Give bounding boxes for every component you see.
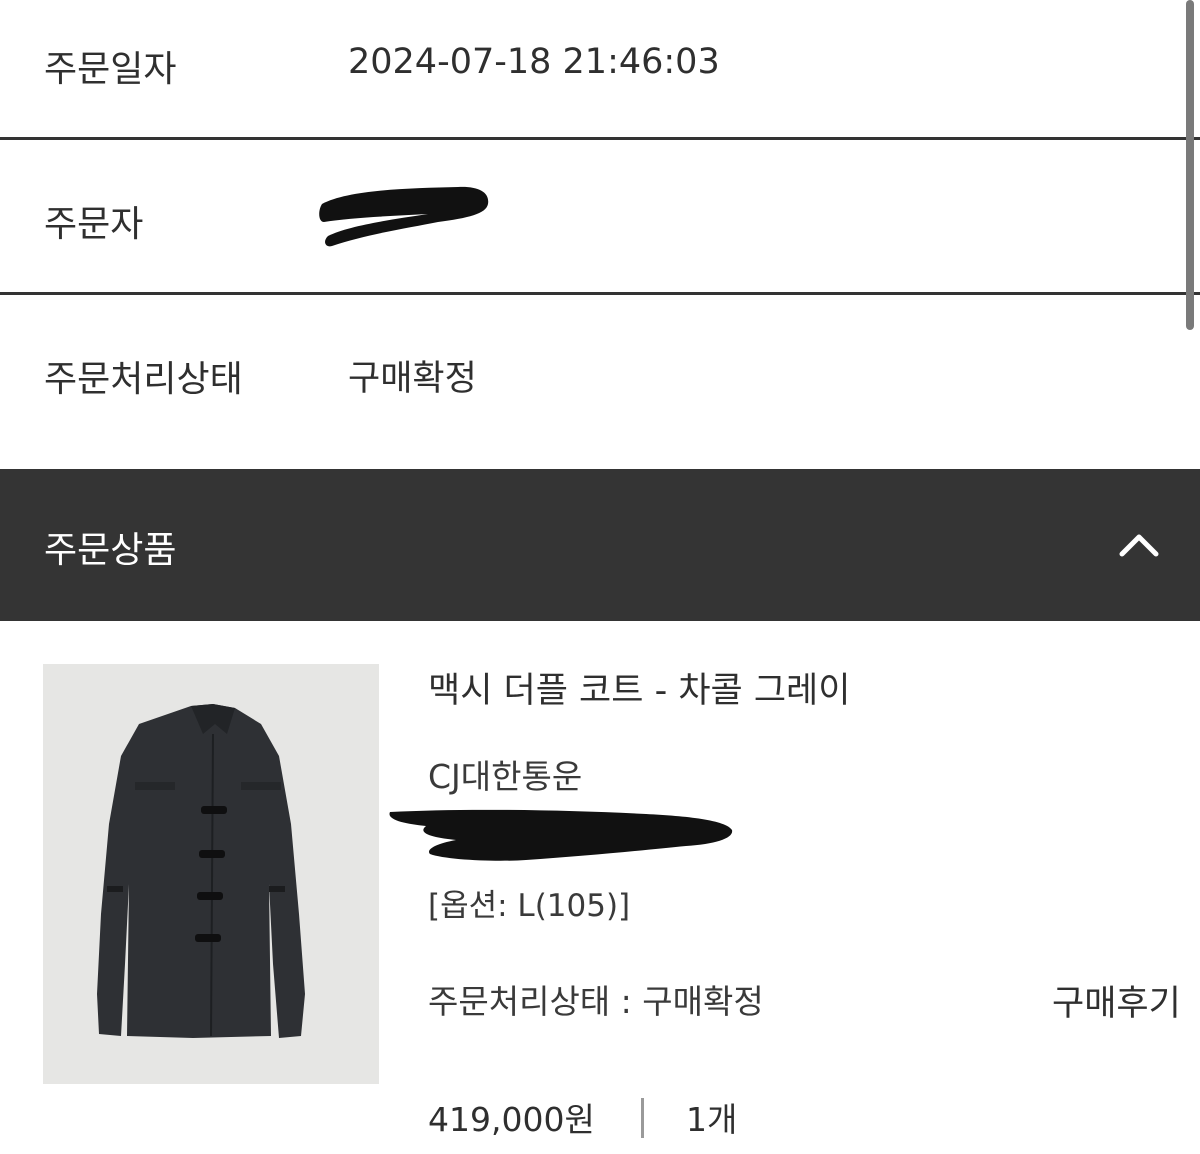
divider (0, 292, 1200, 295)
coat-image (97, 704, 305, 1038)
product-option: [옵션: L(105)] (428, 888, 631, 924)
divider (0, 137, 1200, 140)
product-price: 419,000원 (428, 1100, 595, 1139)
order-detail-page: 주문일자 2024-07-18 21:46:03 주문자 주문처리상태 구매확정… (0, 0, 1200, 1154)
separator (641, 1098, 644, 1138)
products-section-header[interactable]: 주문상품 (0, 469, 1200, 621)
product-quantity: 1개 (686, 1100, 738, 1139)
order-date-value: 2024-07-18 21:46:03 (348, 42, 720, 82)
orderer-redaction (319, 186, 489, 247)
carrier-name: CJ대한통운 (428, 757, 583, 796)
product-image[interactable] (43, 664, 379, 1084)
status-value: 구매확정 (348, 359, 477, 399)
products-section-title: 주문상품 (44, 530, 177, 571)
status-label: 주문처리상태 (44, 359, 243, 400)
chevron-up-icon[interactable] (1118, 523, 1160, 565)
review-button[interactable]: 구매후기 (1052, 975, 1181, 1026)
product-status: 주문처리상태 : 구매확정 (428, 982, 764, 1021)
scrollbar[interactable] (1186, 0, 1194, 330)
orderer-label: 주문자 (44, 204, 144, 245)
tracking-redaction (389, 809, 733, 861)
order-date-label: 주문일자 (44, 49, 177, 90)
product-name[interactable]: 맥시 더플 코트 - 차콜 그레이 (428, 662, 850, 713)
